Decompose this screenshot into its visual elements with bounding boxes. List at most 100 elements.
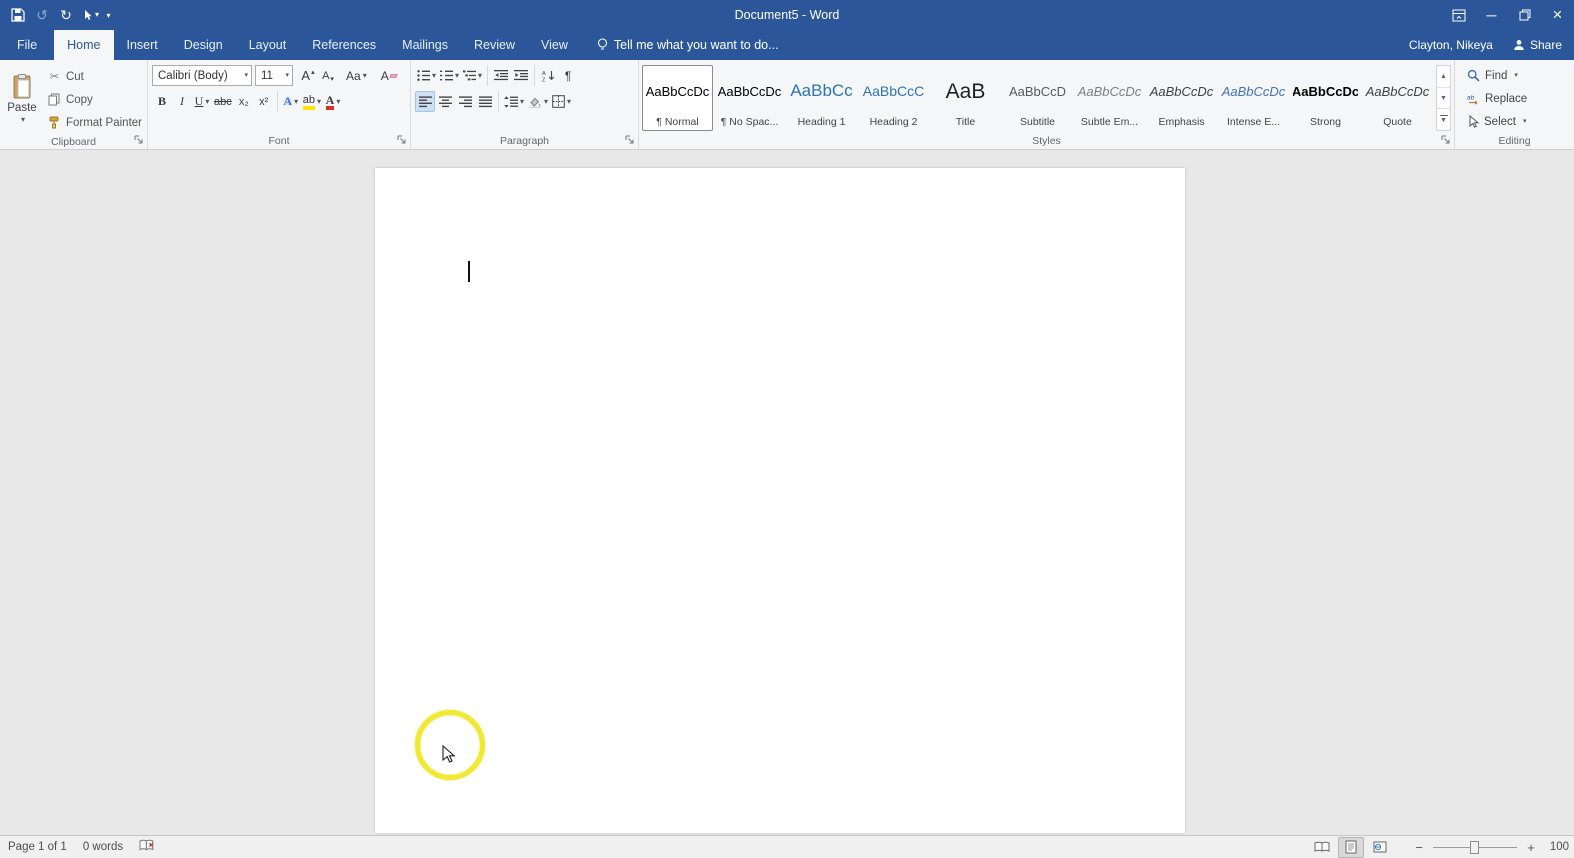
paste-button[interactable]: Paste ▾ xyxy=(2,64,42,133)
line-spacing-button[interactable]: ▾ xyxy=(502,91,526,112)
borders-button[interactable]: ▾ xyxy=(550,91,573,112)
zoom-slider-thumb[interactable] xyxy=(1470,840,1479,854)
touch-mouse-mode-button[interactable]: ▾ xyxy=(78,1,102,29)
numbering-button[interactable]: ▾ xyxy=(438,65,461,86)
paste-label: Paste xyxy=(7,101,37,114)
ribbon-tab[interactable]: Home xyxy=(54,30,114,60)
style-item[interactable]: AaBbCcC Heading 2 xyxy=(858,65,929,131)
superscript-button[interactable]: x² xyxy=(254,91,274,112)
share-button[interactable]: Share xyxy=(1513,38,1562,52)
shrink-font-button[interactable]: A ▾ xyxy=(318,65,338,86)
bullets-dropdown-icon: ▾ xyxy=(432,70,437,80)
style-label: Emphasis xyxy=(1158,116,1205,128)
align-left-button[interactable] xyxy=(415,91,435,112)
page-info[interactable]: Page 1 of 1 xyxy=(8,841,67,853)
ribbon-tab[interactable]: View xyxy=(528,30,581,60)
show-hide-formatting-button[interactable]: ¶ xyxy=(558,65,578,86)
ribbon-tab[interactable]: Layout xyxy=(236,30,300,60)
subscript-button[interactable]: x₂ xyxy=(234,91,254,112)
ribbon-display-options-button[interactable] xyxy=(1442,0,1475,30)
save-icon xyxy=(11,8,25,22)
style-item[interactable]: AaBbCcDc Emphasis xyxy=(1146,65,1217,131)
sort-button[interactable]: AZ xyxy=(538,65,558,86)
shading-button[interactable]: ▾ xyxy=(526,91,550,112)
borders-dropdown-icon: ▾ xyxy=(567,96,572,106)
ribbon-tab[interactable]: References xyxy=(299,30,389,60)
bullets-button[interactable]: ▾ xyxy=(415,65,438,86)
style-item[interactable]: AaBbCcDc ¶ Normal xyxy=(642,65,713,131)
zoom-out-button[interactable]: − xyxy=(1410,837,1428,858)
tab-file[interactable]: File xyxy=(0,30,54,60)
font-color-glyph: A xyxy=(325,94,335,110)
paragraph-dialog-launcher[interactable] xyxy=(623,134,636,146)
ribbon-tab[interactable]: Design xyxy=(171,30,236,60)
italic-button[interactable]: I xyxy=(172,91,192,112)
ribbon-tab[interactable]: Review xyxy=(461,30,528,60)
tell-me-box[interactable]: Tell me what you want to do... xyxy=(597,30,779,60)
grow-font-button[interactable]: A ▴ xyxy=(298,65,318,86)
gallery-more-button[interactable]: ▼ xyxy=(1437,109,1450,130)
zoom-slider[interactable] xyxy=(1433,837,1517,858)
word-count[interactable]: 0 words xyxy=(83,841,123,853)
select-button[interactable]: Select ▾ xyxy=(1463,111,1574,132)
format-painter-button[interactable]: Format Painter xyxy=(44,112,145,133)
gallery-down-button[interactable]: ▼ xyxy=(1437,88,1450,110)
bold-button[interactable]: B xyxy=(152,91,172,112)
style-item[interactable]: AaBbCcDc Intense E... xyxy=(1218,65,1289,131)
font-name-select[interactable]: Calibri (Body) ▾ xyxy=(152,65,252,86)
decrease-indent-button[interactable] xyxy=(491,65,511,86)
customize-quick-access-button[interactable]: ▾ xyxy=(102,1,115,29)
style-item[interactable]: AaB Title xyxy=(930,65,1001,131)
save-button[interactable] xyxy=(6,1,30,29)
proofing-status-button[interactable] xyxy=(139,839,155,855)
font-dialog-launcher[interactable] xyxy=(395,134,408,146)
print-layout-button[interactable] xyxy=(1338,836,1364,858)
restore-button[interactable] xyxy=(1508,0,1541,30)
zoom-level[interactable]: 100 xyxy=(1543,841,1569,853)
web-layout-button[interactable] xyxy=(1367,837,1393,858)
minimize-button[interactable]: ─ xyxy=(1475,0,1508,30)
increase-indent-button[interactable] xyxy=(511,65,531,86)
change-case-button[interactable]: Aa ▾ xyxy=(344,65,369,86)
align-center-button[interactable] xyxy=(435,91,455,112)
status-left: Page 1 of 1 0 words xyxy=(0,839,155,855)
undo-button[interactable]: ↺ xyxy=(30,1,54,29)
clipboard-dialog-launcher[interactable] xyxy=(132,134,145,146)
close-button[interactable]: × xyxy=(1541,0,1574,30)
style-item[interactable]: AaBbCcDc Quote xyxy=(1362,65,1433,131)
multilevel-list-button[interactable]: ▾ xyxy=(461,65,484,86)
zoom-in-button[interactable]: + xyxy=(1522,837,1540,858)
ribbon-tab[interactable]: Insert xyxy=(114,30,171,60)
styles-dialog-launcher[interactable] xyxy=(1439,134,1452,146)
document-page[interactable] xyxy=(375,168,1185,833)
highlight-button[interactable]: ab ▾ xyxy=(301,91,323,112)
text-effects-button[interactable]: A ▾ xyxy=(281,91,301,112)
style-item[interactable]: AaBbCcD Subtitle xyxy=(1002,65,1073,131)
font-size-select[interactable]: 11 ▾ xyxy=(255,65,293,86)
account-name[interactable]: Clayton, Nikeya xyxy=(1409,38,1493,52)
read-mode-button[interactable] xyxy=(1309,837,1335,858)
style-item[interactable]: AaBbCcDc Strong xyxy=(1290,65,1361,131)
paragraph-group: ▾ ▾ ▾ AZ ¶ ▾ ▾ ▾ Paragraph xyxy=(411,60,639,149)
ribbon-tab[interactable]: Mailings xyxy=(389,30,461,60)
close-icon: × xyxy=(1552,5,1563,24)
strikethrough-button[interactable]: abc xyxy=(212,91,234,112)
find-button[interactable]: Find ▾ xyxy=(1463,65,1574,86)
gallery-up-button[interactable]: ▲ xyxy=(1437,66,1450,88)
replace-button[interactable]: ab Replace xyxy=(1463,88,1574,109)
copy-button[interactable]: Copy xyxy=(44,89,145,110)
proofing-error-icon xyxy=(139,839,154,851)
underline-button[interactable]: U ▾ xyxy=(192,91,212,112)
clear-formatting-button[interactable]: A xyxy=(379,65,399,86)
style-item[interactable]: AaBbCcDc Subtle Em... xyxy=(1074,65,1145,131)
style-item[interactable]: AaBbCc Heading 1 xyxy=(786,65,857,131)
cut-button[interactable]: ✂ Cut xyxy=(44,66,145,87)
style-preview: AaBbCcDc xyxy=(1221,83,1286,99)
font-color-button[interactable]: A ▾ xyxy=(323,91,343,112)
redo-button[interactable]: ↻ xyxy=(54,1,78,29)
justify-button[interactable] xyxy=(475,91,495,112)
copy-label: Copy xyxy=(65,93,93,106)
style-item[interactable]: AaBbCcDc ¶ No Spac... xyxy=(714,65,785,131)
numbering-icon xyxy=(440,70,454,81)
align-right-button[interactable] xyxy=(455,91,475,112)
